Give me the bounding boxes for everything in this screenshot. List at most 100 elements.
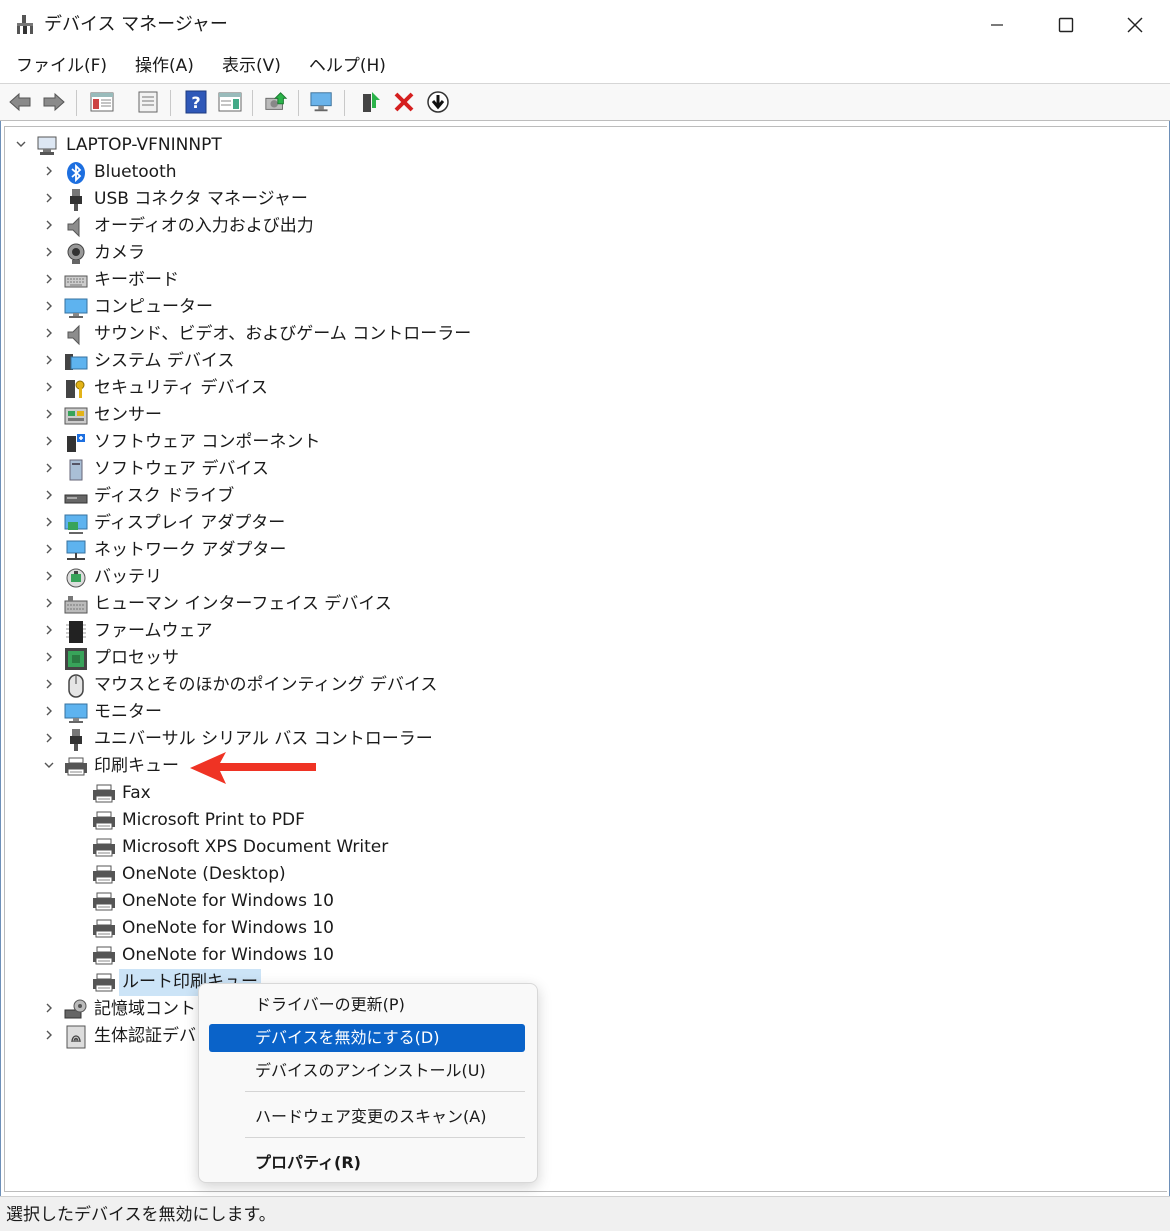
tree-category-print-queue[interactable]: 印刷キュー [0, 752, 1160, 779]
usb-connector-icon [64, 188, 88, 212]
tree-category[interactable]: システム デバイス [0, 347, 1160, 374]
tree-category[interactable]: 生体認証デバ [0, 1022, 1160, 1049]
chevron-right-icon[interactable] [42, 299, 56, 313]
computer-icon [64, 296, 88, 320]
chevron-right-icon[interactable] [42, 1001, 56, 1015]
tree-item-label: Microsoft Print to PDF [122, 810, 305, 830]
tree-device-selected[interactable]: ルート印刷キュー [0, 968, 1160, 996]
tree-category[interactable]: 記憶域コントロ [0, 995, 1160, 1022]
chevron-right-icon[interactable] [42, 353, 56, 367]
tree-category[interactable]: オーディオの入力および出力 [0, 212, 1160, 239]
tree-device[interactable]: Microsoft Print to PDF [0, 806, 1160, 833]
back-arrow-icon[interactable] [8, 90, 32, 114]
tree-device[interactable]: OneNote (Desktop) [0, 860, 1160, 887]
mouse-icon [64, 673, 88, 698]
chevron-right-icon[interactable] [42, 434, 56, 448]
disable-device-icon[interactable] [392, 90, 416, 114]
tree-category[interactable]: カメラ [0, 239, 1160, 266]
chevron-right-icon[interactable] [42, 677, 56, 691]
action-pane-icon[interactable] [218, 90, 242, 114]
chevron-right-icon[interactable] [42, 380, 56, 394]
tree-device[interactable]: OneNote for Windows 10 [0, 914, 1160, 941]
tree-category[interactable]: サウンド、ビデオ、およびゲーム コントローラー [0, 320, 1160, 347]
chevron-right-icon[interactable] [42, 461, 56, 475]
context-disable-device[interactable]: デバイスを無効にする(D) [209, 1024, 525, 1052]
menu-file[interactable]: ファイル(F) [4, 50, 119, 83]
chevron-right-icon[interactable] [42, 650, 56, 664]
properties-sheet-icon[interactable] [136, 90, 160, 114]
window-title: デバイス マネージャー [44, 14, 228, 35]
context-scan-hardware[interactable]: ハードウェア変更のスキャン(A) [209, 1103, 525, 1131]
chevron-right-icon[interactable] [42, 164, 56, 178]
help-icon[interactable]: ? [184, 90, 208, 114]
tree-category[interactable]: ユニバーサル シリアル バス コントローラー [0, 725, 1160, 752]
chevron-right-icon[interactable] [42, 488, 56, 502]
tree-item-label: ヒューマン インターフェイス デバイス [94, 594, 392, 614]
tree-category[interactable]: ディスプレイ アダプター [0, 509, 1160, 536]
tree-category[interactable]: ソフトウェア コンポーネント [0, 428, 1160, 455]
tree-category[interactable]: マウスとそのほかのポインティング デバイス [0, 671, 1160, 698]
hid-icon [64, 593, 88, 617]
security-key-icon [64, 377, 88, 401]
menu-action[interactable]: 操作(A) [123, 50, 206, 83]
tree-item-label: バッテリ [94, 567, 162, 587]
tree-device[interactable]: OneNote for Windows 10 [0, 887, 1160, 914]
update-driver-icon[interactable] [264, 90, 288, 114]
tree-category[interactable]: USB コネクタ マネージャー [0, 185, 1160, 212]
tree-category[interactable]: コンピューター [0, 293, 1160, 320]
forward-arrow-icon[interactable] [42, 90, 66, 114]
maximize-button[interactable] [1031, 0, 1101, 50]
tree-item-label: 記憶域コントロ [94, 999, 213, 1019]
tree-category[interactable]: モニター [0, 698, 1160, 725]
tree-item-label: キーボード [94, 270, 179, 290]
device-manager-icon [14, 14, 36, 36]
uninstall-device-icon[interactable] [426, 90, 450, 114]
tree-category[interactable]: ソフトウェア デバイス [0, 455, 1160, 482]
tree-category[interactable]: ディスク ドライブ [0, 482, 1160, 509]
chevron-down-icon[interactable] [14, 137, 28, 151]
tree-item-label: OneNote for Windows 10 [122, 918, 334, 938]
chevron-down-icon[interactable] [42, 758, 56, 772]
tree-item-label: 生体認証デバ [94, 1026, 196, 1046]
chevron-right-icon[interactable] [42, 191, 56, 205]
context-properties[interactable]: プロパティ(R) [209, 1149, 525, 1177]
tree-item-label: Fax [122, 783, 151, 803]
tree-device[interactable]: OneNote for Windows 10 [0, 941, 1160, 968]
chevron-right-icon[interactable] [42, 407, 56, 421]
chevron-right-icon[interactable] [42, 623, 56, 637]
close-button[interactable] [1100, 0, 1170, 50]
chevron-right-icon[interactable] [42, 245, 56, 259]
status-bar: 選択したデバイスを無効にします。 [0, 1196, 1170, 1231]
tree-category[interactable]: ヒューマン インターフェイス デバイス [0, 590, 1160, 617]
menu-view[interactable]: 表示(V) [210, 50, 293, 83]
tree-device[interactable]: Fax [0, 779, 1160, 806]
tree-category[interactable]: バッテリ [0, 563, 1160, 590]
enable-device-icon[interactable] [360, 90, 384, 114]
minimize-button[interactable] [962, 0, 1032, 50]
context-uninstall-device[interactable]: デバイスのアンインストール(U) [209, 1057, 525, 1085]
chevron-right-icon[interactable] [42, 704, 56, 718]
chevron-right-icon[interactable] [42, 1028, 56, 1042]
tree-root-computer[interactable]: LAPTOP-VFNINNPT [0, 131, 1160, 158]
sensor-icon [64, 404, 88, 428]
scan-hardware-icon[interactable] [310, 90, 334, 114]
chevron-right-icon[interactable] [42, 515, 56, 529]
tree-category[interactable]: ネットワーク アダプター [0, 536, 1160, 563]
context-update-driver[interactable]: ドライバーの更新(P) [209, 991, 525, 1019]
chevron-right-icon[interactable] [42, 542, 56, 556]
tree-category[interactable]: セキュリティ デバイス [0, 374, 1160, 401]
chevron-right-icon[interactable] [42, 596, 56, 610]
tree-category[interactable]: Bluetooth [0, 158, 1160, 185]
tree-category[interactable]: センサー [0, 401, 1160, 428]
tree-device[interactable]: Microsoft XPS Document Writer [0, 833, 1160, 860]
chevron-right-icon[interactable] [42, 326, 56, 340]
tree-category[interactable]: ファームウェア [0, 617, 1160, 644]
chevron-right-icon[interactable] [42, 218, 56, 232]
chevron-right-icon[interactable] [42, 731, 56, 745]
tree-category[interactable]: キーボード [0, 266, 1160, 293]
menu-help[interactable]: ヘルプ(H) [297, 50, 398, 83]
chevron-right-icon[interactable] [42, 569, 56, 583]
show-hide-console-tree-icon[interactable] [90, 90, 114, 114]
chevron-right-icon[interactable] [42, 272, 56, 286]
tree-category[interactable]: プロセッサ [0, 644, 1160, 671]
